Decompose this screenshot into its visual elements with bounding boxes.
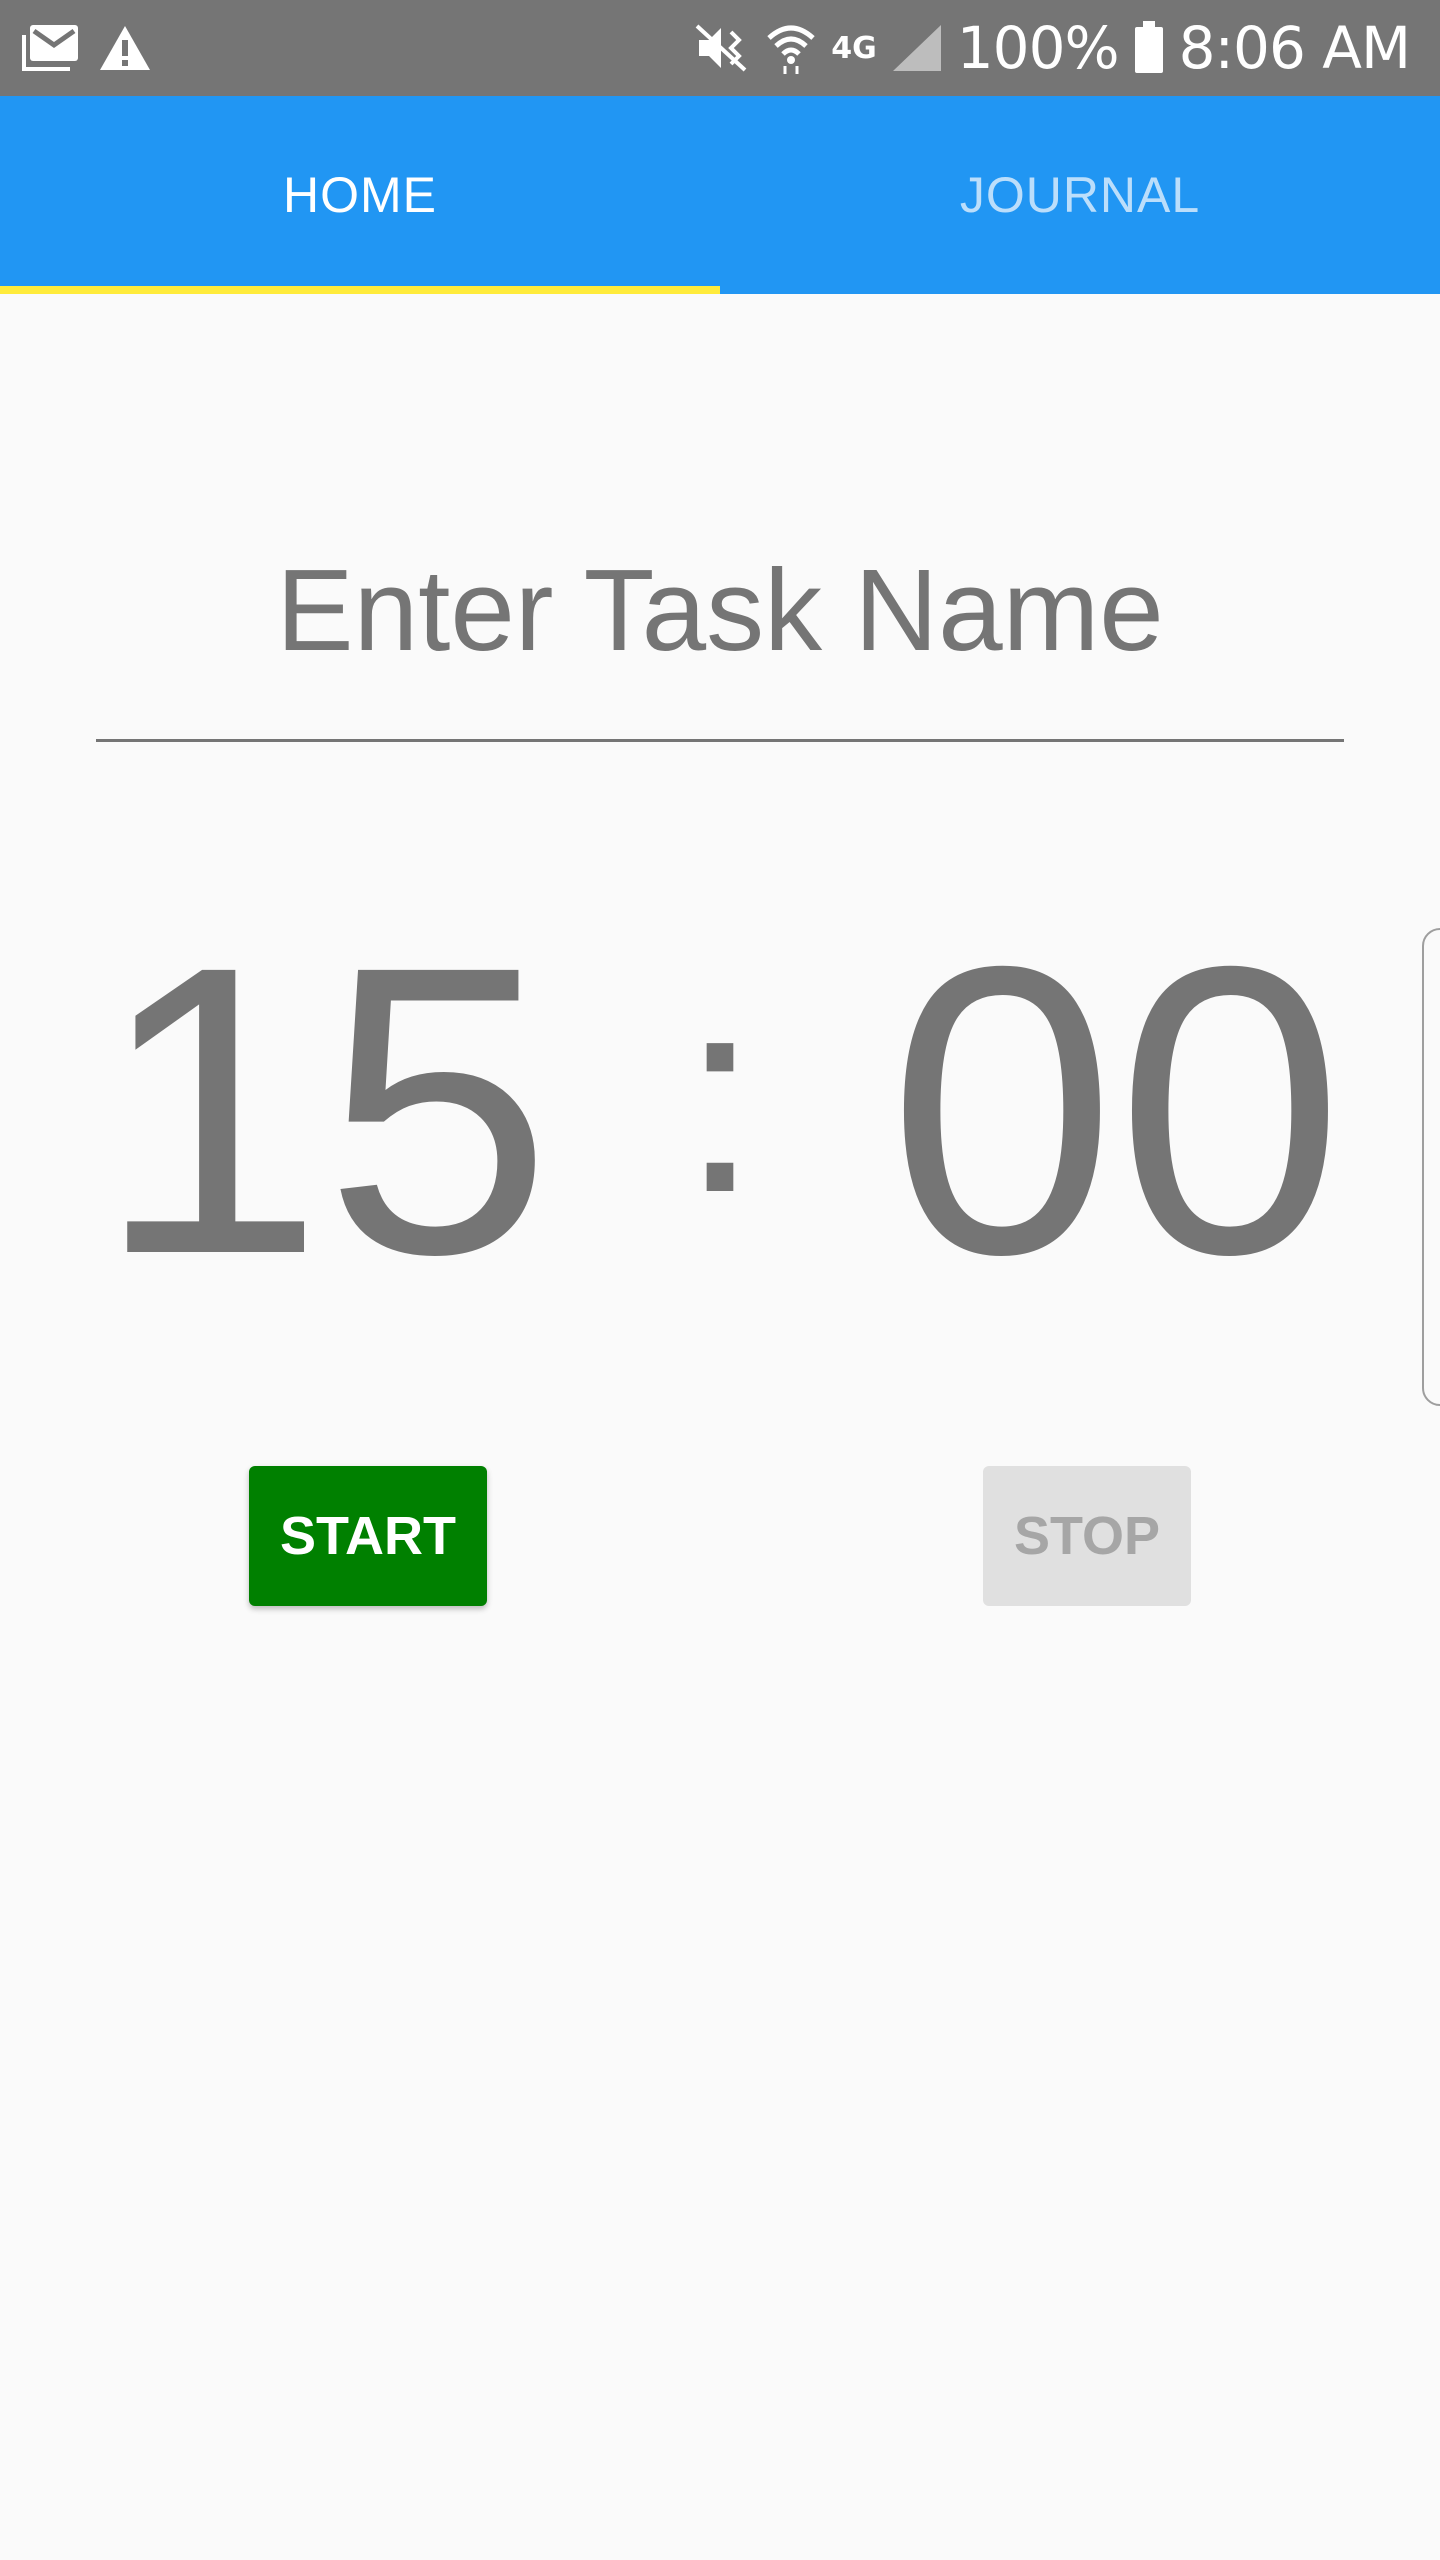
status-bar: 4G 100% 8:06 AM bbox=[0, 0, 1440, 96]
wifi-icon bbox=[765, 22, 817, 74]
tab-bar: HOME JOURNAL bbox=[0, 96, 1440, 294]
status-left-group bbox=[22, 23, 170, 73]
vibrate-mute-icon bbox=[695, 22, 751, 74]
timer-minutes: 15 bbox=[96, 881, 553, 1339]
tab-active-indicator bbox=[0, 286, 720, 294]
timer-separator: : bbox=[681, 939, 759, 1251]
battery-icon bbox=[1133, 21, 1165, 75]
start-button[interactable]: START bbox=[249, 1466, 487, 1606]
edge-panel-handle[interactable] bbox=[1422, 928, 1440, 1406]
status-time: 8:06 AM bbox=[1178, 14, 1411, 82]
timer-display: 15 : 00 bbox=[96, 905, 1344, 1315]
tab-home[interactable]: HOME bbox=[0, 96, 720, 294]
tab-home-label: HOME bbox=[283, 167, 437, 223]
timer-seconds: 00 bbox=[887, 881, 1344, 1339]
tab-journal[interactable]: JOURNAL bbox=[720, 96, 1440, 294]
gmail-icon bbox=[22, 23, 80, 73]
stop-button[interactable]: STOP bbox=[983, 1466, 1191, 1606]
lte-icon: 4G bbox=[831, 31, 877, 66]
tab-journal-label: JOURNAL bbox=[959, 167, 1201, 223]
status-right-group: 4G 100% 8:06 AM bbox=[681, 14, 1411, 82]
warning-icon bbox=[98, 24, 152, 72]
signal-icon bbox=[891, 23, 943, 73]
battery-percent: 100% bbox=[956, 14, 1120, 82]
network-type-label: 4G bbox=[831, 30, 877, 66]
task-name-input[interactable] bbox=[96, 480, 1344, 742]
